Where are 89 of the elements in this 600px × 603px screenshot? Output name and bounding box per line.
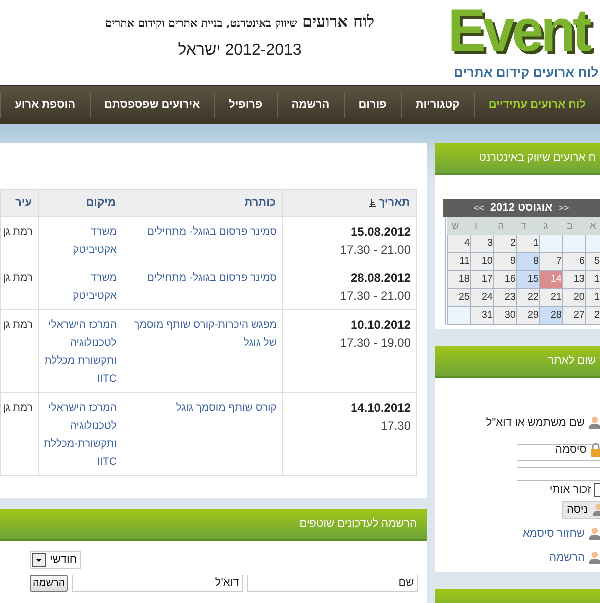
account-link[interactable]: שחזור סיסמא	[522, 528, 585, 540]
day-cell[interactable]: 18	[447, 271, 470, 289]
day-cell[interactable]: 22	[516, 289, 539, 307]
day-cell[interactable]: 2	[493, 235, 516, 253]
day-cell[interactable]: 3	[470, 235, 493, 253]
weekday-label: ה	[493, 217, 516, 235]
subscribe-button[interactable]: הרשמה	[30, 575, 68, 592]
event-title-link[interactable]: מפגש היכרות-קורס שותף מוסמך של גוגל	[126, 316, 277, 352]
day-cell[interactable]: 9	[493, 253, 516, 271]
event-day-cell[interactable]: 8	[516, 253, 539, 271]
event-time: 17.30	[380, 418, 411, 435]
column-header[interactable]: מיקום	[38, 190, 122, 216]
name-field[interactable]: שם	[247, 575, 418, 592]
event-city: רמת גן	[3, 402, 33, 414]
column-header[interactable]: עיר	[0, 190, 38, 216]
day-cell[interactable]: 31	[470, 307, 493, 325]
column-header[interactable]: תאריך	[282, 190, 416, 216]
nav-link[interactable]: קטגוריות	[400, 92, 474, 118]
day-cell[interactable]: 11	[447, 253, 470, 271]
site-title: לוח ארועים	[302, 12, 375, 32]
event-day-cell[interactable]: 15	[516, 271, 539, 289]
day-cell[interactable]: 2	[585, 307, 600, 325]
event-time: 19.00 - 17.30	[339, 335, 411, 352]
day-cell[interactable]: 27	[562, 307, 585, 325]
day-cell[interactable]: 13	[562, 271, 585, 289]
weekday-label: ב	[562, 217, 585, 235]
site-subtitle: 2012-2013 ישראל	[178, 42, 302, 60]
nav-link[interactable]: הוספת ארוע	[0, 92, 90, 118]
event-title-link[interactable]: סמינר פרסום בגוגל- מתחילים	[126, 223, 277, 241]
event-date: 14.10.2012	[350, 400, 411, 417]
password-label: סיסמה	[556, 444, 587, 456]
nav-link[interactable]: פורום	[344, 92, 401, 118]
event-day-cell[interactable]: 28	[539, 307, 562, 325]
account-link[interactable]: הרשמה	[550, 552, 585, 564]
event-city: רמת גן	[3, 272, 33, 284]
event-date: 28.08.2012	[350, 270, 411, 287]
panel-title: שום לאתר	[548, 355, 596, 367]
remember-label: זכור אותי	[550, 484, 591, 496]
day-cell[interactable]: 29	[516, 307, 539, 325]
frequency-select[interactable]: חודשי	[30, 551, 82, 569]
event-time: 21.00 - 17.30	[339, 242, 411, 259]
event-title-link[interactable]: סמינר פרסום בגוגל- מתחילים	[126, 269, 277, 287]
weekday-label: ו	[470, 217, 493, 235]
username-label: שם משתמש או דוא"ל	[486, 417, 585, 429]
event-city: רמת גן	[3, 226, 33, 238]
day-cell[interactable]: 21	[539, 289, 562, 307]
weekday-label: ש	[447, 217, 470, 235]
event-date: 15.08.2012	[350, 224, 411, 241]
panel-title: ח ארועים שיווק באינטרנט	[479, 152, 596, 164]
event-location-link[interactable]: משרד אקטיביטק	[44, 223, 117, 259]
column-header[interactable]: כותרת	[122, 190, 282, 216]
site-tagline: שיווק באינטרנט, בניית אתרים וקידום אתרים	[105, 17, 298, 30]
weekday-label: ג	[539, 217, 562, 235]
previous-month-link[interactable]: <<	[558, 203, 570, 213]
logo-subtitle: לוח ארועים קידום אתרים	[454, 65, 599, 80]
login-button[interactable]: ניסה	[562, 501, 600, 519]
day-cell[interactable]: 1	[585, 271, 600, 289]
event-city: רמת גן	[3, 319, 33, 331]
day-cell[interactable]: 30	[493, 307, 516, 325]
weekday-label: א	[585, 217, 600, 235]
day-cell[interactable]: 1	[585, 289, 600, 307]
day-cell[interactable]: 23	[493, 289, 516, 307]
day-cell[interactable]: 6	[562, 253, 585, 271]
day-cell[interactable]: 24	[470, 289, 493, 307]
day-cell[interactable]: 16	[493, 271, 516, 289]
nav-link[interactable]: אירועים שפספסתם	[90, 92, 214, 118]
event-location-link[interactable]: משרד אקטיביטק	[44, 269, 117, 305]
event-title-link[interactable]: קורס שותף מוסמך גוגל	[126, 399, 277, 417]
nav-link[interactable]: לוח ארועים עתידיים	[474, 92, 600, 118]
panel-title: הרשמה לעדכונים שוטפים	[300, 518, 417, 530]
day-cell[interactable]: 4	[447, 235, 470, 253]
day-cell[interactable]: 10	[470, 253, 493, 271]
calendar-month: אוגוסט 2012	[490, 202, 553, 214]
event-time: 21.00 - 17.30	[339, 288, 411, 305]
event-date: 10.10.2012	[350, 317, 411, 334]
nav-link[interactable]: הרשמה	[276, 92, 344, 118]
day-cell[interactable]: 25	[447, 289, 470, 307]
logo: Event	[448, 0, 589, 64]
event-location-link[interactable]: המרכז הישראלי לטכנולוגיה ותקשורת-מכללת IITC	[44, 399, 117, 471]
day-cell[interactable]: 20	[562, 289, 585, 307]
day-cell[interactable]: 5	[585, 253, 600, 271]
weekday-label: ד	[516, 217, 539, 235]
next-month-link[interactable]: >>	[474, 203, 484, 213]
day-cell[interactable]: 7	[539, 253, 562, 271]
email-field[interactable]: דוא'ל	[72, 575, 244, 592]
event-location-link[interactable]: המרכז הישראלי לטכנולוגיה ותקשורת מכללת IITC	[44, 316, 117, 388]
nav-link[interactable]: פרופיל	[214, 92, 277, 118]
day-cell[interactable]: 1	[516, 235, 539, 253]
day-cell[interactable]: 17	[470, 271, 493, 289]
